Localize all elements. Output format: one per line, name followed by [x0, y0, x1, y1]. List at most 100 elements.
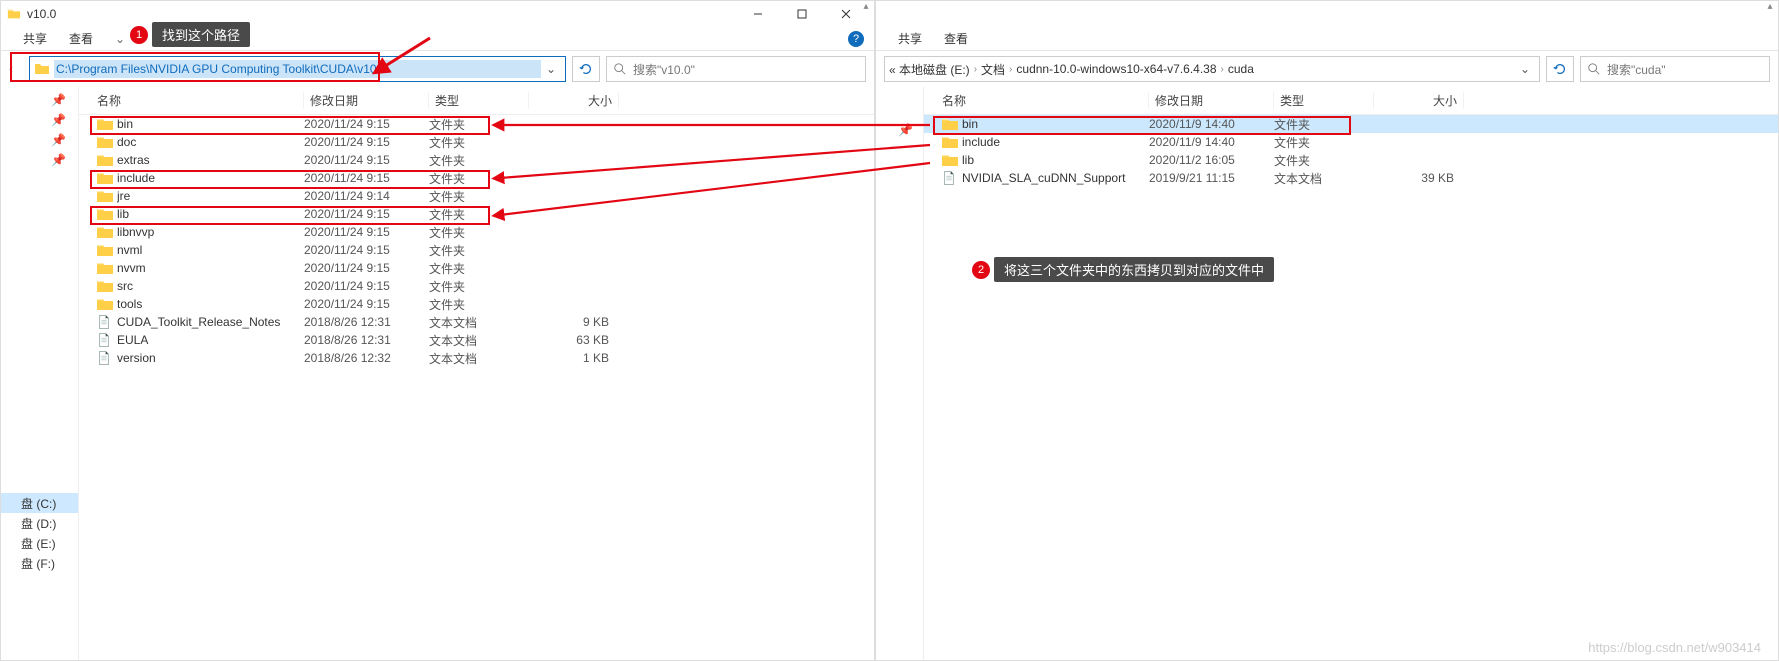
list-item[interactable]: libnvvp 2020/11/24 9:15 文件夹 [79, 223, 874, 241]
list-item[interactable]: nvml 2020/11/24 9:15 文件夹 [79, 241, 874, 259]
list-item[interactable]: jre 2020/11/24 9:14 文件夹 [79, 187, 874, 205]
ribbon-tabs: 共享 查看 [876, 27, 1778, 51]
folder-icon [97, 225, 113, 239]
annotation-callout: 1 找到这个路径 [130, 22, 250, 47]
tab-share[interactable]: 共享 [898, 30, 922, 47]
annotation-callout: 2 将这三个文件夹中的东西拷贝到对应的文件中 [972, 257, 1274, 282]
search-input[interactable]: 搜索"cuda" [1580, 56, 1770, 82]
item-date: 2020/11/24 9:14 [304, 189, 429, 203]
nav-drive[interactable]: 盘 (F:) [1, 553, 78, 573]
item-name: nvml [117, 243, 304, 257]
search-input[interactable]: 搜索"v10.0" [606, 56, 866, 82]
file-list: 名称 修改日期 类型 大小 bin 2020/11/24 9:15 文件夹 do… [79, 87, 874, 660]
item-name: extras [117, 153, 304, 167]
list-item[interactable]: CUDA_Toolkit_Release_Notes 2018/8/26 12:… [79, 313, 874, 331]
col-size[interactable]: 大小 [529, 92, 619, 109]
maximize-button[interactable] [780, 1, 824, 27]
chevron-down-icon[interactable]: ⌄ [541, 62, 561, 76]
col-date[interactable]: 修改日期 [304, 92, 429, 109]
list-item[interactable]: extras 2020/11/24 9:15 文件夹 [79, 151, 874, 169]
tab-view[interactable]: 查看 [944, 30, 968, 47]
col-type[interactable]: 类型 [1274, 92, 1374, 109]
item-name: nvvm [117, 261, 304, 275]
nav-drive[interactable]: 盘 (C:) [1, 493, 78, 513]
list-item[interactable]: bin 2020/11/24 9:15 文件夹 [79, 115, 874, 133]
help-icon[interactable]: ? [848, 31, 864, 47]
item-type: 文本文档 [429, 332, 529, 349]
item-type: 文件夹 [429, 278, 529, 295]
col-name[interactable]: 名称 [79, 92, 304, 109]
item-size: 63 KB [529, 333, 619, 347]
list-item[interactable]: EULA 2018/8/26 12:31 文本文档 63 KB [79, 331, 874, 349]
address-bar[interactable]: C:\Program Files\NVIDIA GPU Computing To… [29, 56, 566, 82]
refresh-button[interactable] [1546, 56, 1574, 82]
address-path[interactable]: C:\Program Files\NVIDIA GPU Computing To… [54, 60, 541, 78]
item-type: 文件夹 [429, 224, 529, 241]
annotation-text: 将这三个文件夹中的东西拷贝到对应的文件中 [994, 257, 1274, 282]
list-item[interactable]: src 2020/11/24 9:15 文件夹 [79, 277, 874, 295]
col-name[interactable]: 名称 [924, 92, 1149, 109]
minimize-button[interactable] [736, 1, 780, 27]
nav-pane[interactable]: ▴ 📌 📌 📌 📌 盘 (C:)盘 (D:)盘 (E:)盘 (F:) [1, 87, 79, 660]
chevron-right-icon: › [1221, 64, 1224, 75]
list-item[interactable]: nvvm 2020/11/24 9:15 文件夹 [79, 259, 874, 277]
item-date: 2018/8/26 12:31 [304, 315, 429, 329]
breadcrumb[interactable]: « 本地磁盘 (E:) › 文档 › cudnn-10.0-windows10-x64-… [889, 61, 1515, 78]
tab-share[interactable]: 共享 [23, 30, 47, 47]
pin-icon: 📌 [876, 123, 923, 137]
item-type: 文件夹 [1274, 134, 1374, 151]
item-date: 2019/9/21 11:15 [1149, 171, 1274, 185]
folder-icon [97, 207, 113, 221]
list-item[interactable]: tools 2020/11/24 9:15 文件夹 [79, 295, 874, 313]
list-item[interactable]: doc 2020/11/24 9:15 文件夹 [79, 133, 874, 151]
tab-view[interactable]: 查看 [69, 30, 93, 47]
column-header[interactable]: 名称 修改日期 类型 大小 [79, 87, 874, 115]
nav-pane[interactable]: ▴ 📌 [876, 87, 924, 660]
title-bar [876, 1, 1778, 27]
address-bar[interactable]: « 本地磁盘 (E:) › 文档 › cudnn-10.0-windows10-x64-… [884, 56, 1540, 82]
item-name: include [117, 171, 304, 185]
item-name: EULA [117, 333, 304, 347]
list-item[interactable]: NVIDIA_SLA_cuDNN_Support 2019/9/21 11:15… [924, 169, 1778, 187]
item-date: 2020/11/9 14:40 [1149, 135, 1274, 149]
folder-icon [97, 153, 113, 167]
list-item[interactable]: lib 2020/11/2 16:05 文件夹 [924, 151, 1778, 169]
breadcrumb-item[interactable]: cuda [1228, 62, 1254, 76]
item-type: 文件夹 [429, 206, 529, 223]
chevron-down-icon[interactable]: ⌄ [1515, 62, 1535, 76]
list-item[interactable]: include 2020/11/24 9:15 文件夹 [79, 169, 874, 187]
search-placeholder: 搜索"cuda" [1607, 61, 1666, 78]
breadcrumb-item[interactable]: cudnn-10.0-windows10-x64-v7.6.4.38 [1016, 62, 1216, 76]
item-date: 2020/11/24 9:15 [304, 117, 429, 131]
pin-icon: 📌 [1, 133, 78, 153]
chevron-right-icon: › [1009, 64, 1012, 75]
pin-icon: 📌 [1, 93, 78, 113]
nav-drive[interactable]: 盘 (E:) [1, 533, 78, 553]
pin-icon: 📌 [1, 113, 78, 133]
item-name: tools [117, 297, 304, 311]
breadcrumb-item[interactable]: « 本地磁盘 (E:) [889, 61, 970, 78]
refresh-button[interactable] [572, 56, 600, 82]
item-type: 文本文档 [429, 314, 529, 331]
nav-drive[interactable]: 盘 (D:) [1, 513, 78, 533]
folder-icon [942, 135, 958, 149]
list-item[interactable]: version 2018/8/26 12:32 文本文档 1 KB [79, 349, 874, 367]
col-type[interactable]: 类型 [429, 92, 529, 109]
folder-icon [97, 171, 113, 185]
breadcrumb-item[interactable]: 文档 [981, 61, 1005, 78]
list-item[interactable]: include 2020/11/9 14:40 文件夹 [924, 133, 1778, 151]
document-icon [97, 315, 113, 329]
column-header[interactable]: 名称 修改日期 类型 大小 [924, 87, 1778, 115]
item-name: CUDA_Toolkit_Release_Notes [117, 315, 304, 329]
chevron-down-icon[interactable]: ⌄ [115, 32, 125, 46]
item-size: 1 KB [529, 351, 619, 365]
list-item[interactable]: lib 2020/11/24 9:15 文件夹 [79, 205, 874, 223]
col-date[interactable]: 修改日期 [1149, 92, 1274, 109]
item-date: 2020/11/24 9:15 [304, 135, 429, 149]
col-size[interactable]: 大小 [1374, 92, 1464, 109]
item-type: 文本文档 [429, 350, 529, 367]
list-item[interactable]: bin 2020/11/9 14:40 文件夹 [924, 115, 1778, 133]
nav-back-icon[interactable]: ‹ [9, 62, 23, 76]
item-type: 文件夹 [429, 116, 529, 133]
item-date: 2020/11/24 9:15 [304, 171, 429, 185]
